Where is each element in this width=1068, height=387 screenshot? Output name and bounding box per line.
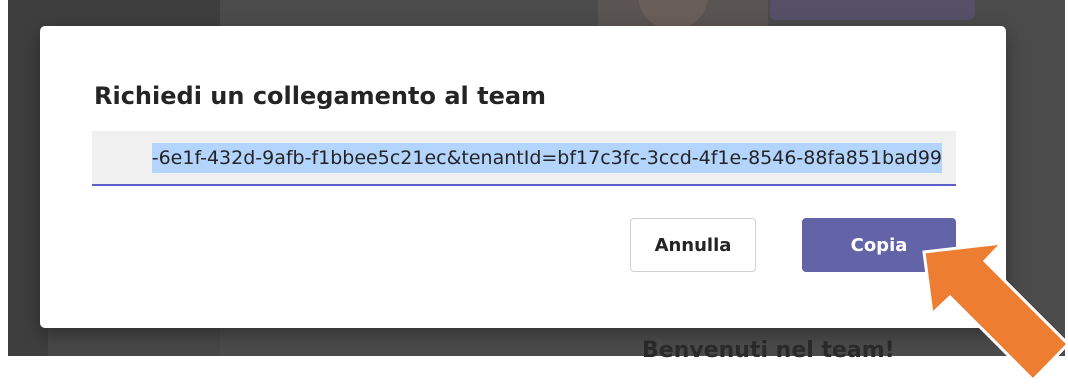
team-link-field[interactable]: -6e1f-432d-9afb-f1bbee5c21ec&tenantId=bf… <box>92 131 956 186</box>
copy-button[interactable]: Copia <box>802 218 956 272</box>
background-header-button <box>770 0 975 20</box>
background-welcome-text: Benvenuti nel team! <box>642 338 895 363</box>
cancel-button[interactable]: Annulla <box>630 218 756 272</box>
dialog-title: Richiedi un collegamento al team <box>94 82 547 110</box>
team-link-text[interactable]: -6e1f-432d-9afb-f1bbee5c21ec&tenantId=bf… <box>151 142 942 173</box>
get-link-dialog: Richiedi un collegamento al team -6e1f-4… <box>40 26 1006 328</box>
